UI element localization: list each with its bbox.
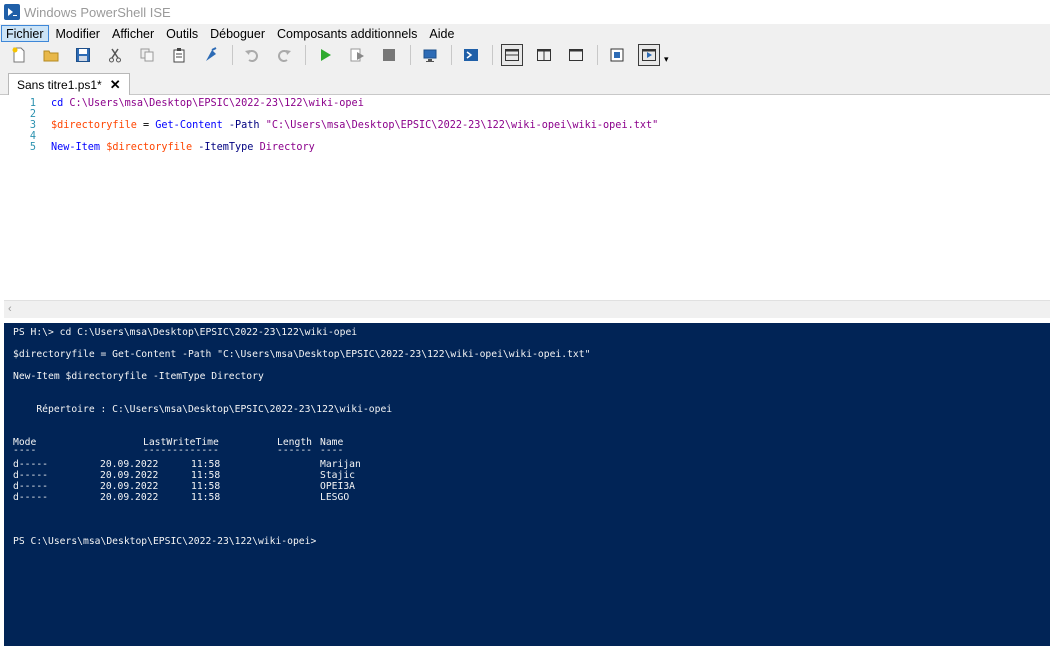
remote-icon[interactable]	[419, 44, 441, 66]
layout-top-icon[interactable]	[501, 44, 523, 66]
row-mode: d-----	[13, 470, 48, 481]
row-date: 20.09.2022	[100, 481, 159, 492]
row-mode: d-----	[13, 481, 48, 492]
new-file-icon[interactable]	[8, 44, 30, 66]
menu-composants-additionnels[interactable]: Composants additionnels	[272, 25, 422, 42]
row-mode: d-----	[13, 459, 48, 470]
menu-bar: Fichier Modifier Afficher Outils Débogue…	[0, 24, 1050, 42]
code-token: New-Item	[51, 142, 101, 153]
menu-aide[interactable]: Aide	[424, 25, 459, 42]
clear-icon[interactable]	[200, 44, 222, 66]
console-line: PS H:\> cd C:\Users\msa\Desktop\EPSIC\20…	[13, 327, 358, 338]
menu-afficher[interactable]: Afficher	[107, 25, 159, 42]
console-line: New-Item $directoryfile -ItemType Direct…	[13, 371, 264, 382]
tab-sans-titre1[interactable]: Sans titre1.ps1* ✕	[8, 73, 130, 95]
code-token: Get-Content	[155, 120, 223, 131]
code-token: "C:\Users\msa\Desktop\EPSIC\2022-23\122\…	[265, 120, 659, 131]
title-bar: Windows PowerShell ISE	[0, 0, 1050, 24]
line-number: 3	[29, 120, 36, 131]
code-token: cd	[51, 98, 64, 109]
scroll-left-icon[interactable]: ‹	[8, 303, 12, 315]
line-number: 2	[29, 109, 36, 120]
menu-outils[interactable]: Outils	[161, 25, 203, 42]
line-number: 1	[29, 98, 36, 109]
toolbar-separator	[410, 45, 411, 65]
column-underline: ----	[13, 445, 37, 456]
toolbar-separator	[305, 45, 306, 65]
save-icon[interactable]	[72, 44, 94, 66]
window-title: Windows PowerShell ISE	[24, 4, 171, 20]
console-line: Répertoire : C:\Users\msa\Desktop\EPSIC\…	[13, 404, 393, 415]
layout-max-icon[interactable]	[565, 44, 587, 66]
row-name: LESGO	[320, 492, 350, 503]
line-number: 4	[29, 131, 36, 142]
code-line[interactable]: $directoryfile = Get-Content -Path "C:\U…	[51, 120, 658, 131]
tab-strip: Sans titre1.ps1* ✕	[0, 68, 1050, 95]
layout-right-icon[interactable]	[533, 44, 555, 66]
redo-icon[interactable]	[273, 44, 295, 66]
console-prompt[interactable]: PS C:\Users\msa\Desktop\EPSIC\2022-23\12…	[13, 536, 316, 547]
row-date: 20.09.2022	[100, 459, 159, 470]
code-token: $directoryfile	[106, 142, 193, 153]
code-token: Directory	[259, 142, 315, 153]
menu-fichier[interactable]: Fichier	[1, 24, 49, 42]
code-token: $directoryfile	[51, 120, 137, 131]
editor-horizontal-scrollbar[interactable]: ‹	[4, 300, 1050, 318]
code-token: =	[136, 120, 156, 131]
cut-icon[interactable]	[104, 44, 126, 66]
show-commands-icon[interactable]	[606, 44, 628, 66]
addon-pane-icon[interactable]	[638, 44, 660, 66]
run-icon[interactable]	[314, 44, 336, 66]
line-number: 5	[29, 142, 36, 153]
paste-icon[interactable]	[168, 44, 190, 66]
row-name: Stajic	[320, 470, 355, 481]
toolbar-separator	[597, 45, 598, 65]
powershell-icon	[4, 4, 20, 20]
row-time: 11:58	[191, 492, 221, 503]
copy-icon[interactable]	[136, 44, 158, 66]
run-selection-icon[interactable]	[346, 44, 368, 66]
row-date: 20.09.2022	[100, 492, 159, 503]
open-folder-icon[interactable]	[40, 44, 62, 66]
code-line[interactable]: cd C:\Users\msa\Desktop\EPSIC\2022-23\12…	[51, 98, 364, 109]
menu-deboguer[interactable]: Déboguer	[205, 25, 270, 42]
column-underline: ----	[320, 445, 344, 456]
row-name: OPEI3A	[320, 481, 355, 492]
toolbar-separator	[451, 45, 452, 65]
code-token: -ItemType	[198, 142, 254, 153]
row-name: Marijan	[320, 459, 361, 470]
code-token: -Path	[228, 120, 260, 131]
stop-icon[interactable]	[378, 44, 400, 66]
toolbar-separator	[492, 45, 493, 65]
toolbar-overflow-chevron-icon[interactable]: ▾	[664, 54, 669, 65]
script-editor[interactable]: 1 cd C:\Users\msa\Desktop\EPSIC\2022-23\…	[4, 95, 1050, 300]
row-time: 11:58	[191, 481, 221, 492]
row-date: 20.09.2022	[100, 470, 159, 481]
console-line: $directoryfile = Get-Content -Path "C:\U…	[13, 349, 591, 360]
row-mode: d-----	[13, 492, 48, 503]
tab-label: Sans titre1.ps1*	[17, 77, 102, 92]
powershell-console-icon[interactable]	[460, 44, 482, 66]
column-underline: -------------	[143, 445, 219, 456]
column-underline: ------	[277, 445, 312, 456]
toolbar-separator	[232, 45, 233, 65]
close-icon[interactable]: ✕	[110, 77, 121, 93]
row-time: 11:58	[191, 459, 221, 470]
menu-modifier[interactable]: Modifier	[51, 25, 105, 42]
undo-icon[interactable]	[241, 44, 263, 66]
code-line[interactable]: New-Item $directoryfile -ItemType Direct…	[51, 142, 315, 153]
row-time: 11:58	[191, 470, 221, 481]
code-token: C:\Users\msa\Desktop\EPSIC\2022-23\122\w…	[69, 98, 364, 109]
console-pane[interactable]: PS H:\> cd C:\Users\msa\Desktop\EPSIC\20…	[4, 323, 1050, 646]
toolbar: ▾	[0, 42, 1050, 68]
